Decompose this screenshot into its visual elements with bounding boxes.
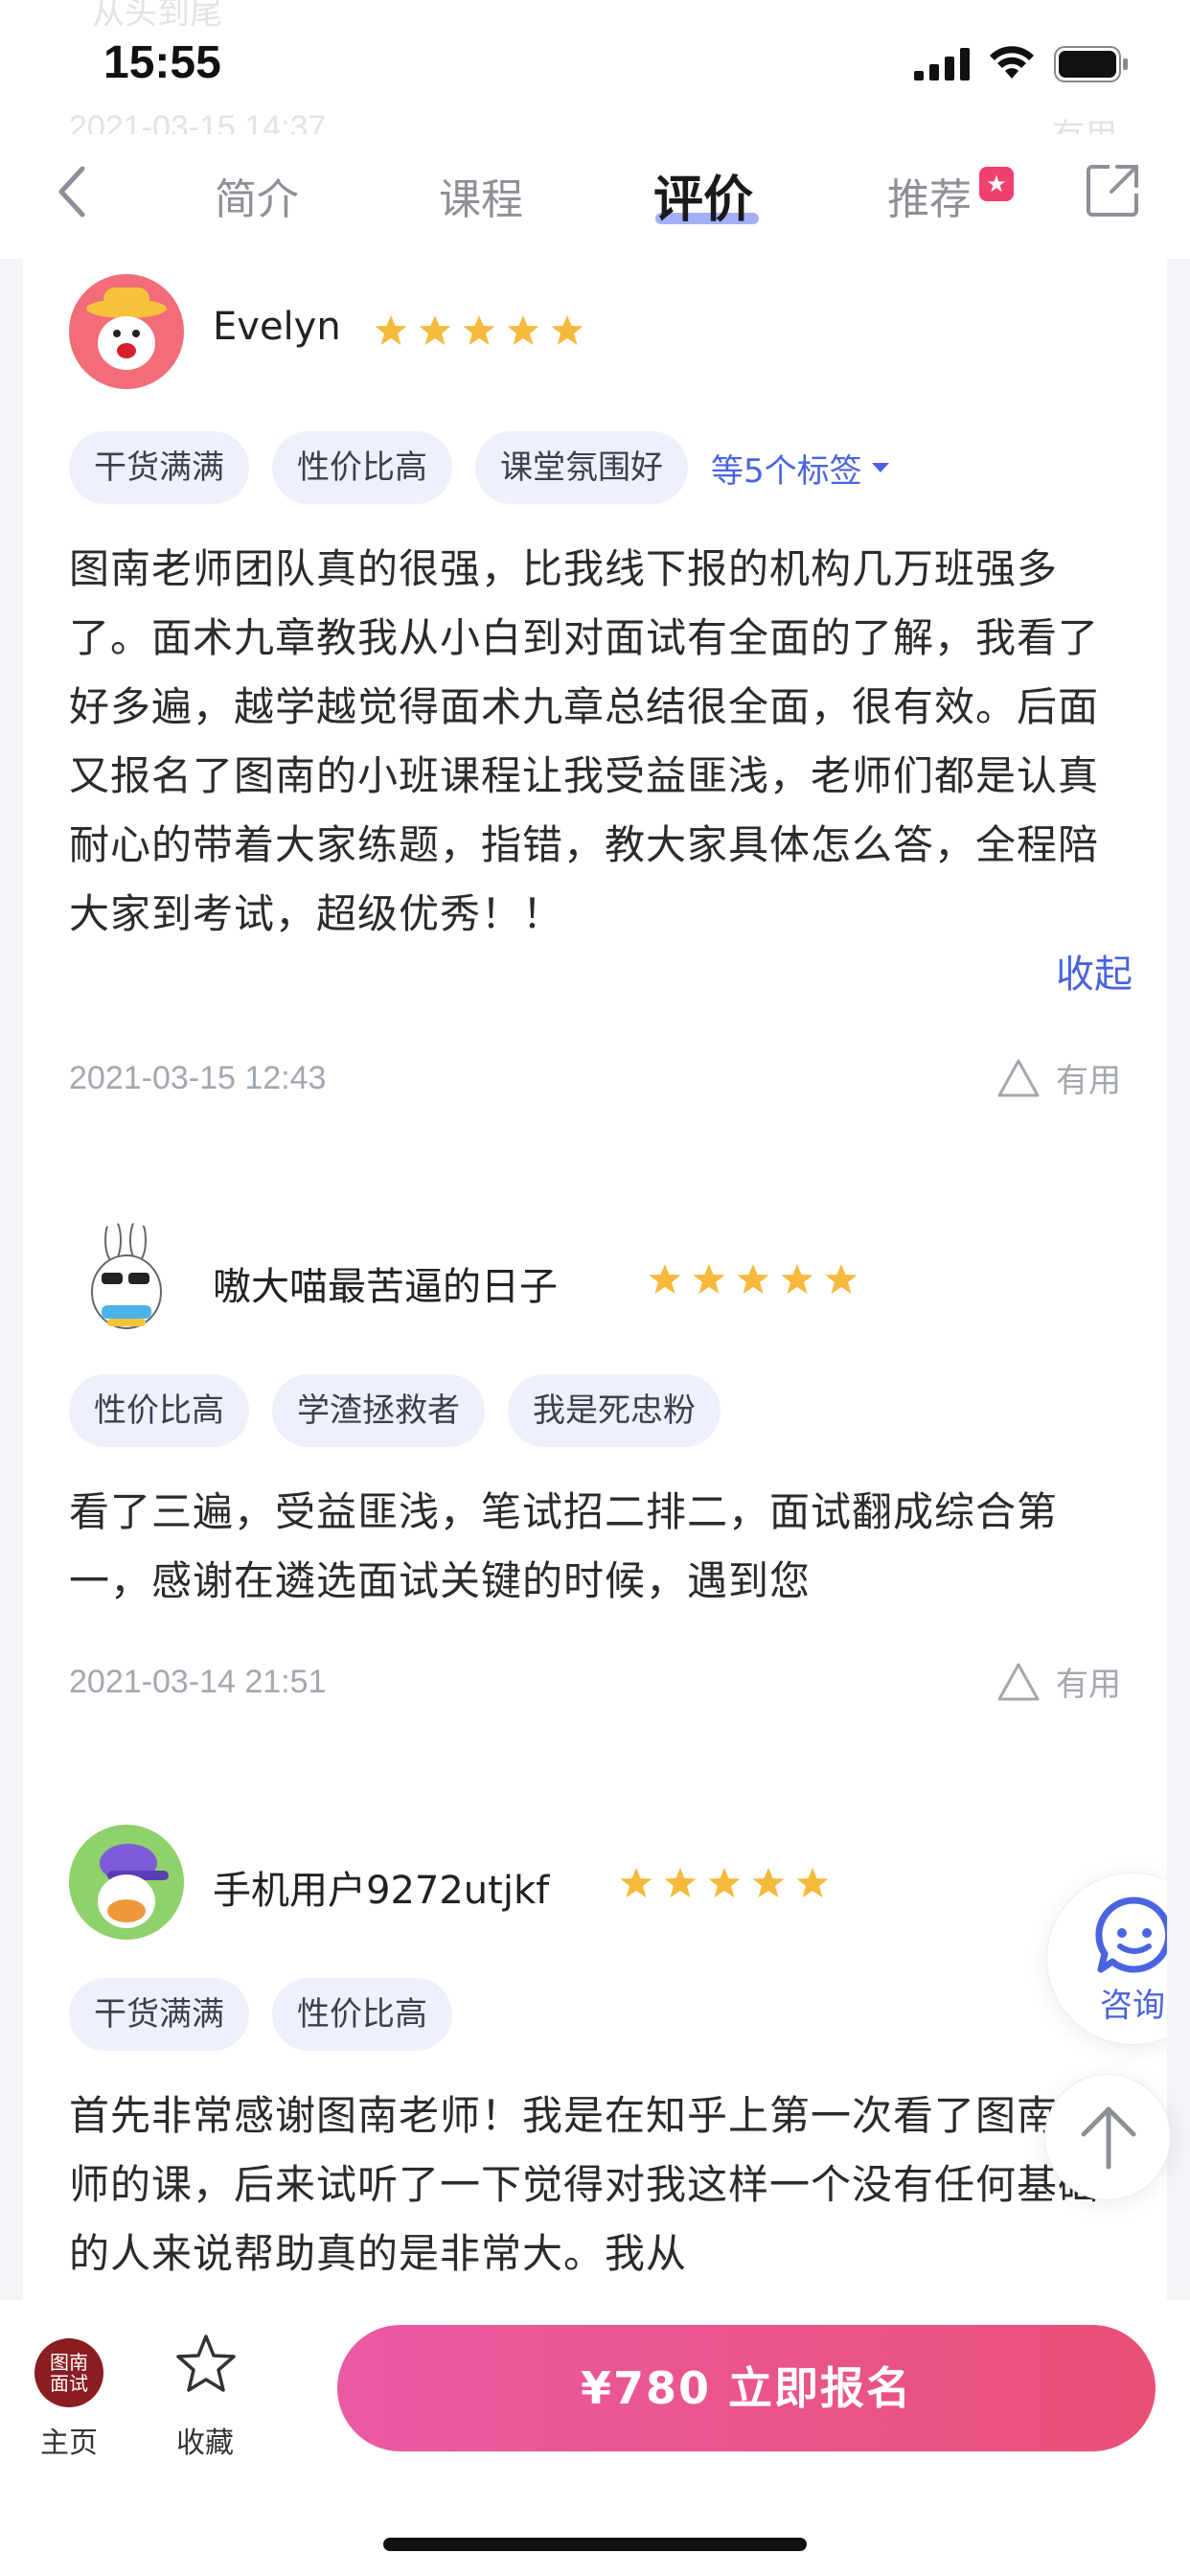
review-item: 手机用户9272utjkf 干货满满 性价比高 首先非常感谢图南老师！我是在知乎… xyxy=(69,1825,1133,2300)
tag: 我是死忠粉 xyxy=(508,1374,721,1447)
review-text: 看了三遍，受益匪浅，笔试招二排二，面试翻成综合第一，感谢在遴选面试关键的时候，遇… xyxy=(69,1488,1059,1604)
back-icon[interactable] xyxy=(54,163,92,220)
signal-icon xyxy=(914,48,970,80)
star-icon xyxy=(551,315,584,345)
username: Evelyn xyxy=(213,305,341,349)
useful-button[interactable]: 有用 xyxy=(996,1054,1121,1101)
avatar-image xyxy=(98,1844,169,1928)
avatar-image xyxy=(86,288,167,370)
useful-label: 有用 xyxy=(1056,1062,1121,1100)
star-icon xyxy=(649,1264,681,1294)
recommend-badge-icon: ★ xyxy=(979,167,1014,201)
logo-text: 图南 xyxy=(50,2351,88,2374)
logo-text: 面试 xyxy=(50,2372,88,2395)
more-tags-label: 等5个标签 xyxy=(711,451,862,491)
thumbs-up-icon xyxy=(997,1059,1040,1096)
rating-stars xyxy=(619,1867,830,1899)
tag: 干货满满 xyxy=(69,431,249,504)
star-outline-icon[interactable] xyxy=(174,2333,238,2396)
tab-reviews[interactable]: 评价 xyxy=(653,159,753,231)
star-icon xyxy=(708,1868,741,1898)
status-bar: 从头到尾 2021-03-15 14:37 有用 15:55 xyxy=(0,0,1190,155)
share-icon[interactable] xyxy=(1085,163,1140,218)
enroll-button[interactable]: ¥780 立即报名 xyxy=(337,2325,1156,2451)
tag: 性价比高 xyxy=(272,431,452,504)
home-indicator xyxy=(383,2538,807,2551)
username: 嗷大喵最苦逼的日子 xyxy=(213,1265,558,1309)
status-time: 15:55 xyxy=(103,37,221,88)
rating-stars xyxy=(648,1263,858,1296)
useful-button[interactable]: 有用 xyxy=(996,1658,1121,1705)
more-tags-button[interactable]: 等5个标签 xyxy=(711,445,891,492)
star-icon xyxy=(463,315,495,345)
collapse-button[interactable]: 收起 xyxy=(1056,943,1133,999)
wifi-icon xyxy=(990,46,1034,79)
top-nav: 简介 课程 评价 推荐 ★ xyxy=(0,134,1190,259)
scroll-top-button[interactable] xyxy=(1044,2074,1171,2200)
thumbs-up-icon xyxy=(997,1663,1040,1700)
reviews-list: Evelyn 干货满满 性价比高 课堂氛围好 等5个标签 图南老师团队真的很强，… xyxy=(23,259,1167,2300)
tag: 干货满满 xyxy=(69,1978,249,2051)
ghost-text: 从头到尾 xyxy=(92,0,222,33)
consult-label: 咨询 xyxy=(1100,1987,1165,2025)
headset-chat-icon xyxy=(1095,1897,1167,1973)
star-icon xyxy=(419,315,451,345)
star-icon xyxy=(781,1264,813,1294)
avatar xyxy=(69,274,184,389)
arrow-up-icon xyxy=(1081,2106,1136,2170)
review-item: Evelyn 干货满满 性价比高 课堂氛围好 等5个标签 图南老师团队真的很强，… xyxy=(69,274,1133,997)
avatar xyxy=(69,1223,184,1338)
review-date: 2021-03-15 12:43 xyxy=(69,1060,327,1096)
useful-label: 有用 xyxy=(1056,1666,1121,1704)
star-icon xyxy=(664,1868,697,1898)
star-icon xyxy=(752,1868,785,1898)
bottom-bar: 图南 面试 主页 收藏 ¥780 立即报名 xyxy=(0,2300,1190,2576)
avatar-image xyxy=(91,1223,162,1329)
star-icon xyxy=(825,1264,858,1294)
username: 手机用户9272utjkf xyxy=(213,1869,550,1913)
review-date: 2021-03-14 21:51 xyxy=(69,1664,327,1700)
star-icon xyxy=(693,1264,725,1294)
star-icon xyxy=(507,315,539,345)
favorite-label[interactable]: 收藏 xyxy=(176,2419,234,2461)
review-tags: 干货满满 性价比高 xyxy=(69,1978,452,2051)
review-tags: 干货满满 性价比高 课堂氛围好 等5个标签 xyxy=(69,431,891,504)
tab-intro[interactable]: 简介 xyxy=(215,165,299,226)
review-text: 首先非常感谢图南老师！我是在知乎上第一次看了图南老师的课，后来试听了一下觉得对我… xyxy=(69,2092,1100,2277)
star-icon xyxy=(375,315,407,345)
star-icon xyxy=(796,1868,829,1898)
rating-stars xyxy=(374,314,584,347)
tag: 课堂氛围好 xyxy=(475,431,688,504)
tag: 性价比高 xyxy=(69,1374,249,1447)
star-icon xyxy=(737,1264,769,1294)
caret-down-icon xyxy=(871,463,889,472)
tag: 性价比高 xyxy=(272,1978,452,2051)
home-logo-icon[interactable]: 图南 面试 xyxy=(34,2338,103,2407)
tab-recommend[interactable]: 推荐 xyxy=(887,165,972,226)
review-text: 图南老师团队真的很强，比我线下报的机构几万班强多了。面术九章教我从小白到对面试有… xyxy=(69,545,1100,937)
battery-icon xyxy=(1054,46,1128,82)
tab-courses[interactable]: 课程 xyxy=(439,165,523,226)
tag: 学渣拯救者 xyxy=(272,1374,485,1447)
home-label[interactable]: 主页 xyxy=(40,2419,98,2461)
review-tags: 性价比高 学渣拯救者 我是死忠粉 xyxy=(69,1374,721,1447)
star-icon xyxy=(620,1868,652,1898)
avatar xyxy=(69,1825,184,1940)
